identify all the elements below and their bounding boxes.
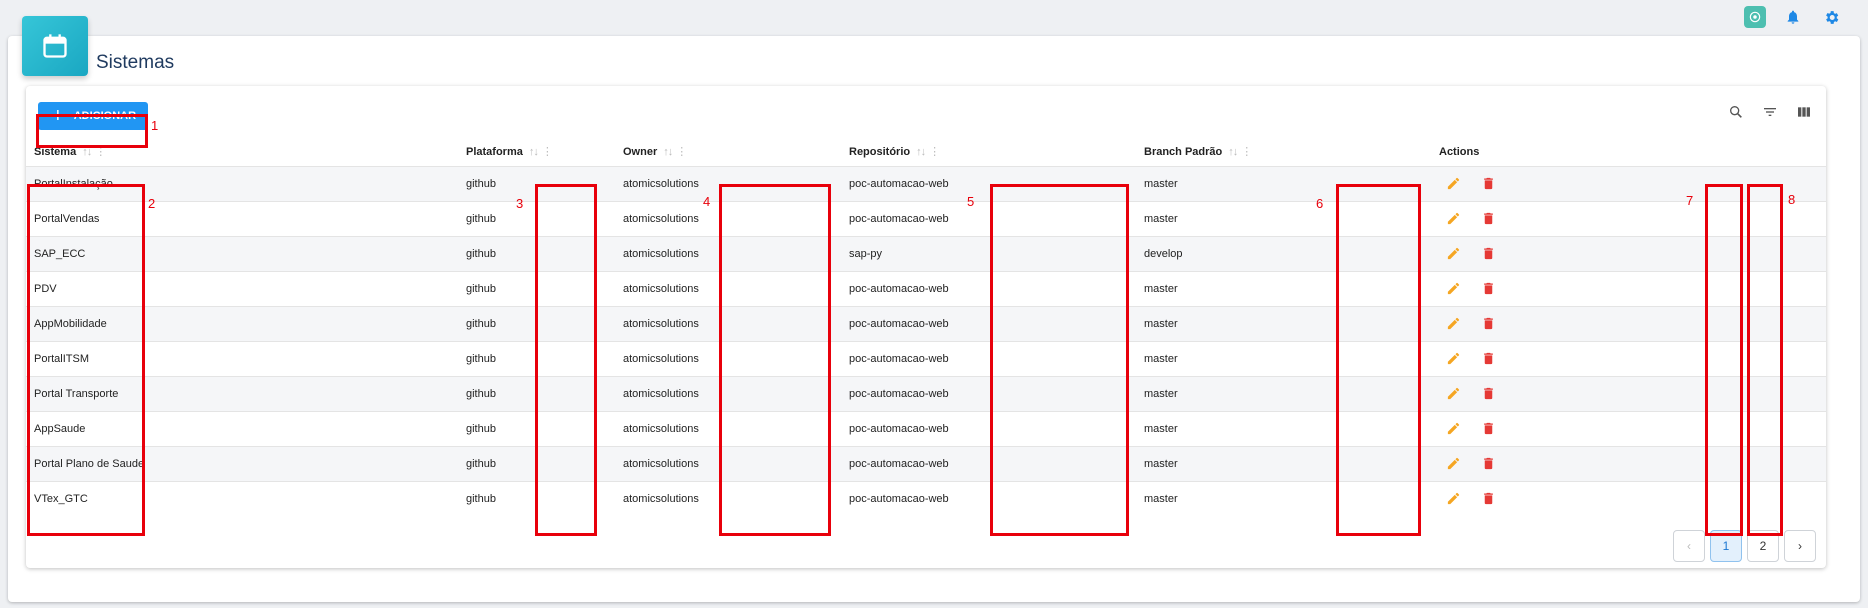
annotation-box-7 <box>1705 184 1743 536</box>
annotation-number-6: 6 <box>1316 196 1324 211</box>
gear-icon[interactable] <box>1820 6 1842 28</box>
annotation-box-8 <box>1747 184 1783 536</box>
delete-icon[interactable] <box>1478 208 1498 228</box>
pagination: ‹ 1 2 › <box>1673 530 1816 562</box>
annotation-number-1: 1 <box>151 118 159 133</box>
table-row[interactable]: PortalVendas github atomicsolutions poc-aut… <box>26 200 1826 236</box>
col-header-repositorio[interactable]: Repositório ↑↓ ⋮ <box>841 138 1136 166</box>
systems-panel: + ADICIONAR Sistema ↑↓ ⋮ Plataforma ↑↓ ⋮… <box>26 86 1826 568</box>
delete-icon[interactable] <box>1478 313 1498 333</box>
page-title: Sistemas <box>96 52 175 73</box>
col-header-plataforma[interactable]: Plataforma ↑↓ ⋮ <box>458 138 615 166</box>
delete-icon[interactable] <box>1478 278 1498 298</box>
annotation-number-2: 2 <box>148 196 156 211</box>
annotation-box-6 <box>1336 184 1421 536</box>
col-header-owner[interactable]: Owner ↑↓ ⋮ <box>615 138 841 166</box>
panel-toolbar: + ADICIONAR <box>26 86 1826 138</box>
column-menu-icon[interactable]: ⋮ <box>95 146 106 158</box>
table-row[interactable]: VTex_GTC github atomicsolutions poc-automac… <box>26 480 1826 516</box>
edit-icon[interactable] <box>1443 243 1463 263</box>
table-row[interactable]: SAP_ECC github atomicsolutions sap-py develo… <box>26 235 1826 271</box>
ai-assistant-icon[interactable] <box>1744 6 1766 28</box>
annotation-number-5: 5 <box>967 194 975 209</box>
annotation-box-5 <box>990 184 1129 536</box>
table-row[interactable]: Portal Plano de Saude github atomicsolutio… <box>26 445 1826 481</box>
column-menu-icon[interactable]: ⋮ <box>542 146 553 158</box>
sort-icon[interactable]: ↑↓ <box>916 146 926 158</box>
annotation-number-8: 8 <box>1788 192 1796 207</box>
table-row[interactable]: PortalInstalação github atomicsolutions poc… <box>26 165 1826 201</box>
search-icon[interactable] <box>1726 102 1746 122</box>
edit-icon[interactable] <box>1443 383 1463 403</box>
annotation-number-3: 3 <box>516 196 524 211</box>
table-header: Sistema ↑↓ ⋮ Plataforma ↑↓ ⋮ Owner ↑↓ ⋮ Reposi… <box>26 138 1826 166</box>
column-menu-icon[interactable]: ⋮ <box>1241 146 1252 158</box>
prev-page-button[interactable]: ‹ <box>1673 530 1705 562</box>
filter-icon[interactable] <box>1760 102 1780 122</box>
edit-icon[interactable] <box>1443 489 1463 509</box>
sort-icon[interactable]: ↑↓ <box>529 146 539 158</box>
calendar-icon <box>22 16 88 76</box>
edit-icon[interactable] <box>1443 453 1463 473</box>
column-menu-icon[interactable]: ⋮ <box>676 146 687 158</box>
col-header-actions: Actions <box>1439 145 1480 158</box>
bell-icon[interactable] <box>1782 6 1804 28</box>
delete-icon[interactable] <box>1478 243 1498 263</box>
table-row[interactable]: Portal Transporte github atomicsolutions po… <box>26 375 1826 411</box>
table-row[interactable]: PDV github atomicsolutions poc-automacao-we… <box>26 270 1826 306</box>
annotation-box-2 <box>27 184 145 536</box>
table-tools <box>1726 102 1814 122</box>
top-icons <box>1744 6 1842 28</box>
edit-icon[interactable] <box>1443 173 1463 193</box>
sort-icon[interactable]: ↑↓ <box>663 146 673 158</box>
delete-icon[interactable] <box>1478 383 1498 403</box>
annotation-box-3 <box>535 184 597 536</box>
columns-icon[interactable] <box>1794 102 1814 122</box>
edit-icon[interactable] <box>1443 348 1463 368</box>
table-row[interactable]: AppMobilidade github atomicsolutions poc-au… <box>26 305 1826 341</box>
col-label: Plataforma <box>466 146 523 159</box>
delete-icon[interactable] <box>1478 348 1498 368</box>
next-page-button[interactable]: › <box>1784 530 1816 562</box>
delete-icon[interactable] <box>1478 453 1498 473</box>
col-label: Owner <box>623 146 658 159</box>
edit-icon[interactable] <box>1443 278 1463 298</box>
edit-icon[interactable] <box>1443 418 1463 438</box>
delete-icon[interactable] <box>1478 173 1498 193</box>
edit-icon[interactable] <box>1443 313 1463 333</box>
annotation-box-4 <box>719 184 831 536</box>
main-card: Sistemas + ADICIONAR Sistema ↑↓ ⋮ Plataf… <box>8 16 1860 602</box>
delete-icon[interactable] <box>1478 418 1498 438</box>
column-menu-icon[interactable]: ⋮ <box>929 146 940 158</box>
col-label: Repositório <box>849 146 911 159</box>
sort-icon[interactable]: ↑↓ <box>1228 146 1238 158</box>
table-row[interactable]: AppSaude github atomicsolutions poc-automac… <box>26 410 1826 446</box>
col-label: Branch Padrão <box>1144 146 1223 159</box>
annotation-number-4: 4 <box>703 194 711 209</box>
col-header-branch[interactable]: Branch Padrão ↑↓ ⋮ <box>1136 138 1431 166</box>
sort-icon[interactable]: ↑↓ <box>82 146 92 158</box>
delete-icon[interactable] <box>1478 489 1498 509</box>
table-row[interactable]: PortalITSM github atomicsolutions poc-autom… <box>26 340 1826 376</box>
annotation-box-1 <box>36 114 148 148</box>
systems-table: Sistema ↑↓ ⋮ Plataforma ↑↓ ⋮ Owner ↑↓ ⋮ Reposi… <box>26 138 1826 516</box>
annotation-number-7: 7 <box>1686 193 1694 208</box>
edit-icon[interactable] <box>1443 208 1463 228</box>
col-label: Sistema <box>34 146 77 159</box>
